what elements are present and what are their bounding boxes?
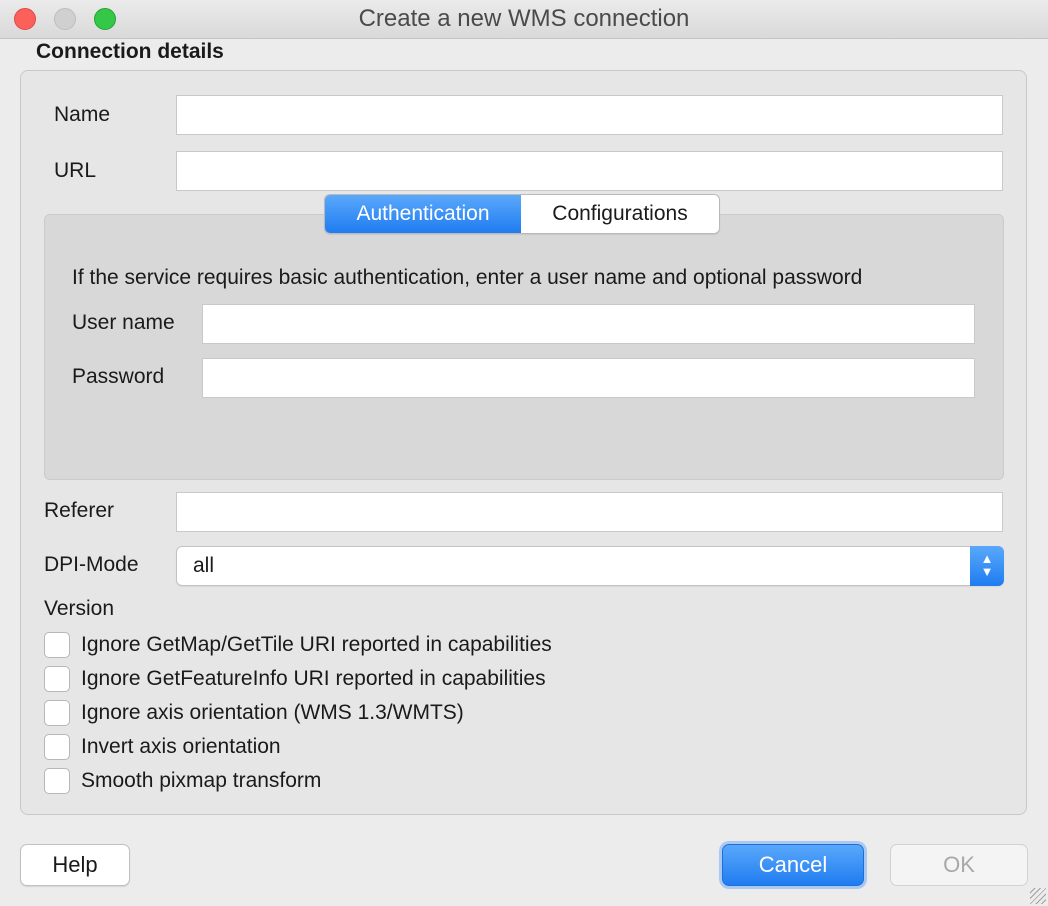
connection-details-title: Connection details [36, 40, 224, 63]
tab-configurations[interactable]: Configurations [521, 195, 719, 233]
password-input[interactable] [202, 358, 975, 398]
dpi-mode-value: all [193, 554, 215, 577]
checkbox-row-invert-axis[interactable]: Invert axis orientation [44, 732, 281, 762]
invert-axis-label: Invert axis orientation [81, 735, 281, 758]
dpi-mode-select[interactable]: all ▲ ▼ [176, 546, 1004, 586]
help-button[interactable]: Help [20, 844, 130, 886]
tab-authentication[interactable]: Authentication [325, 195, 521, 233]
dpi-mode-label: DPI-Mode [44, 553, 139, 576]
smooth-pixmap-checkbox[interactable] [44, 768, 70, 794]
invert-axis-checkbox[interactable] [44, 734, 70, 760]
url-label: URL [54, 159, 97, 182]
name-label: Name [54, 103, 111, 126]
wms-connection-dialog: Create a new WMS connection Connection d… [0, 0, 1048, 906]
ignore-axis-checkbox[interactable] [44, 700, 70, 726]
ignore-axis-label: Ignore axis orientation (WMS 1.3/WMTS) [81, 701, 464, 724]
version-label: Version [44, 597, 115, 620]
referer-input[interactable] [176, 492, 1003, 532]
checkbox-row-ignore-axis[interactable]: Ignore axis orientation (WMS 1.3/WMTS) [44, 698, 464, 728]
username-input[interactable] [202, 304, 975, 344]
window-title: Create a new WMS connection [358, 5, 690, 32]
checkbox-row-ignore-getfeatureinfo[interactable]: Ignore GetFeatureInfo URI reported in ca… [44, 664, 546, 694]
checkbox-row-ignore-getmap[interactable]: Ignore GetMap/GetTile URI reported in ca… [44, 630, 552, 660]
checkbox-row-smooth-pixmap[interactable]: Smooth pixmap transform [44, 766, 321, 796]
username-label: User name [72, 311, 175, 334]
updown-chevron-icon: ▲ ▼ [970, 546, 1004, 586]
ignore-getmap-checkbox[interactable] [44, 632, 70, 658]
ok-button[interactable]: OK [890, 844, 1028, 886]
cancel-button[interactable]: Cancel [722, 844, 864, 886]
smooth-pixmap-label: Smooth pixmap transform [81, 769, 322, 792]
ignore-getmap-label: Ignore GetMap/GetTile URI reported in ca… [81, 633, 552, 656]
ignore-getfeatureinfo-label: Ignore GetFeatureInfo URI reported in ca… [81, 667, 546, 690]
ignore-getfeatureinfo-checkbox[interactable] [44, 666, 70, 692]
resize-grip-icon[interactable] [1030, 888, 1046, 904]
authentication-info-text: If the service requires basic authentica… [72, 266, 863, 289]
name-input[interactable] [176, 95, 1003, 135]
authentication-tab-panel [44, 214, 1004, 480]
title-bar[interactable]: Create a new WMS connection [0, 0, 1048, 39]
referer-label: Referer [44, 499, 115, 522]
connection-tabs: Authentication Configurations [324, 194, 720, 234]
password-label: Password [72, 365, 165, 388]
url-input[interactable] [176, 151, 1003, 191]
